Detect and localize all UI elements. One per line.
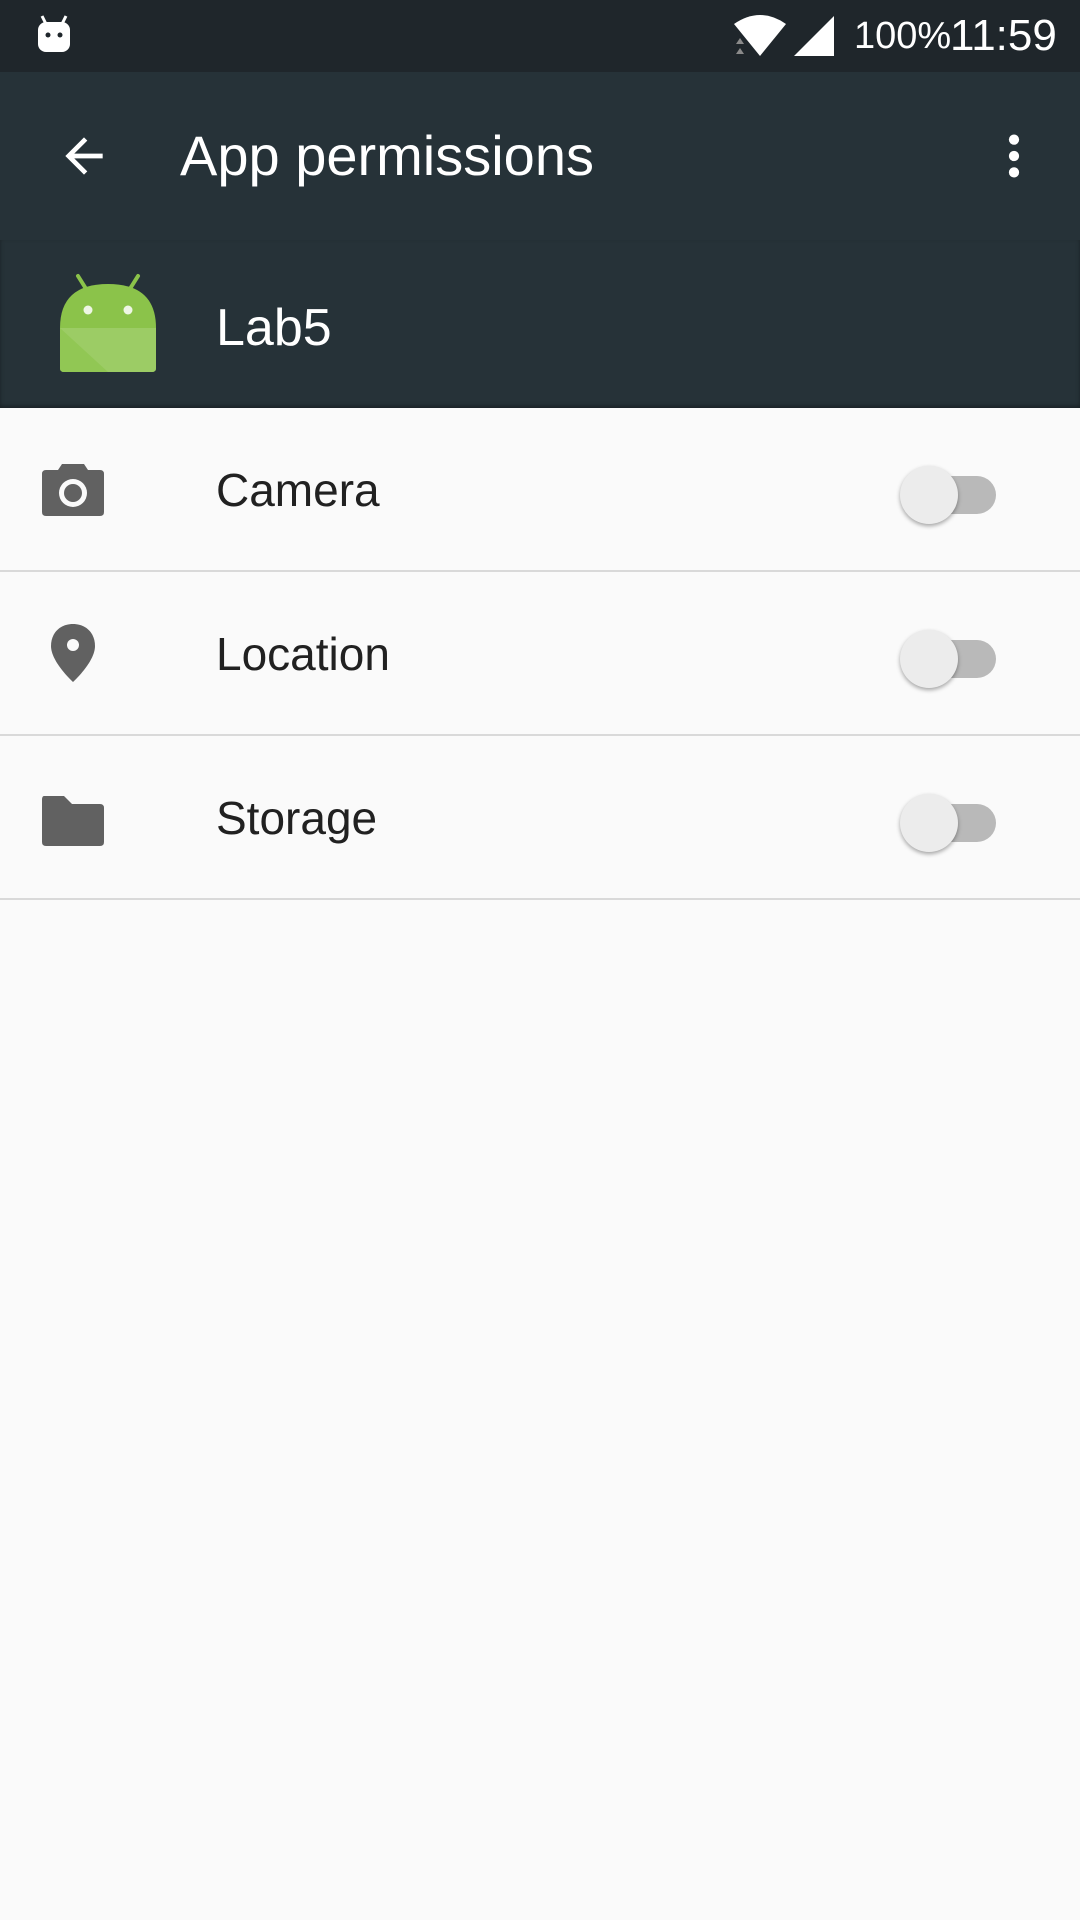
app-header: Lab5: [0, 240, 1080, 408]
permission-label: Storage: [216, 792, 378, 844]
permission-row-camera[interactable]: Camera: [0, 408, 1080, 572]
overflow-menu-button[interactable]: [970, 112, 1058, 200]
switch-thumb: [900, 794, 958, 852]
location-pin-icon: [51, 624, 95, 682]
back-button[interactable]: [40, 112, 128, 200]
camera-icon: [42, 464, 104, 516]
android-app-icon: [60, 274, 156, 372]
wifi-icon: [734, 15, 786, 56]
switch-thumb: [900, 466, 958, 524]
arrow-back-icon: [65, 137, 103, 175]
signal-icon: [794, 16, 834, 56]
android-notification-icon: [38, 15, 70, 52]
clock: 11:59: [950, 11, 1057, 60]
folder-icon: [42, 796, 104, 846]
status-bar: 100% 11:59: [0, 0, 1080, 72]
permission-row-storage[interactable]: Storage: [0, 736, 1080, 900]
app-name: Lab5: [216, 299, 332, 357]
battery-percentage: 100%: [854, 15, 952, 57]
camera-toggle[interactable]: [900, 460, 1000, 524]
toolbar: App permissions: [0, 72, 1080, 240]
page-title: App permissions: [180, 124, 594, 187]
storage-toggle[interactable]: [900, 788, 1000, 852]
more-vert-icon: [1008, 134, 1020, 178]
permission-label: Location: [216, 628, 390, 680]
permission-list: Camera Location Storage: [0, 408, 1080, 900]
permission-label: Camera: [216, 464, 380, 516]
permission-row-location[interactable]: Location: [0, 572, 1080, 736]
switch-thumb: [900, 630, 958, 688]
location-toggle[interactable]: [900, 624, 1000, 688]
